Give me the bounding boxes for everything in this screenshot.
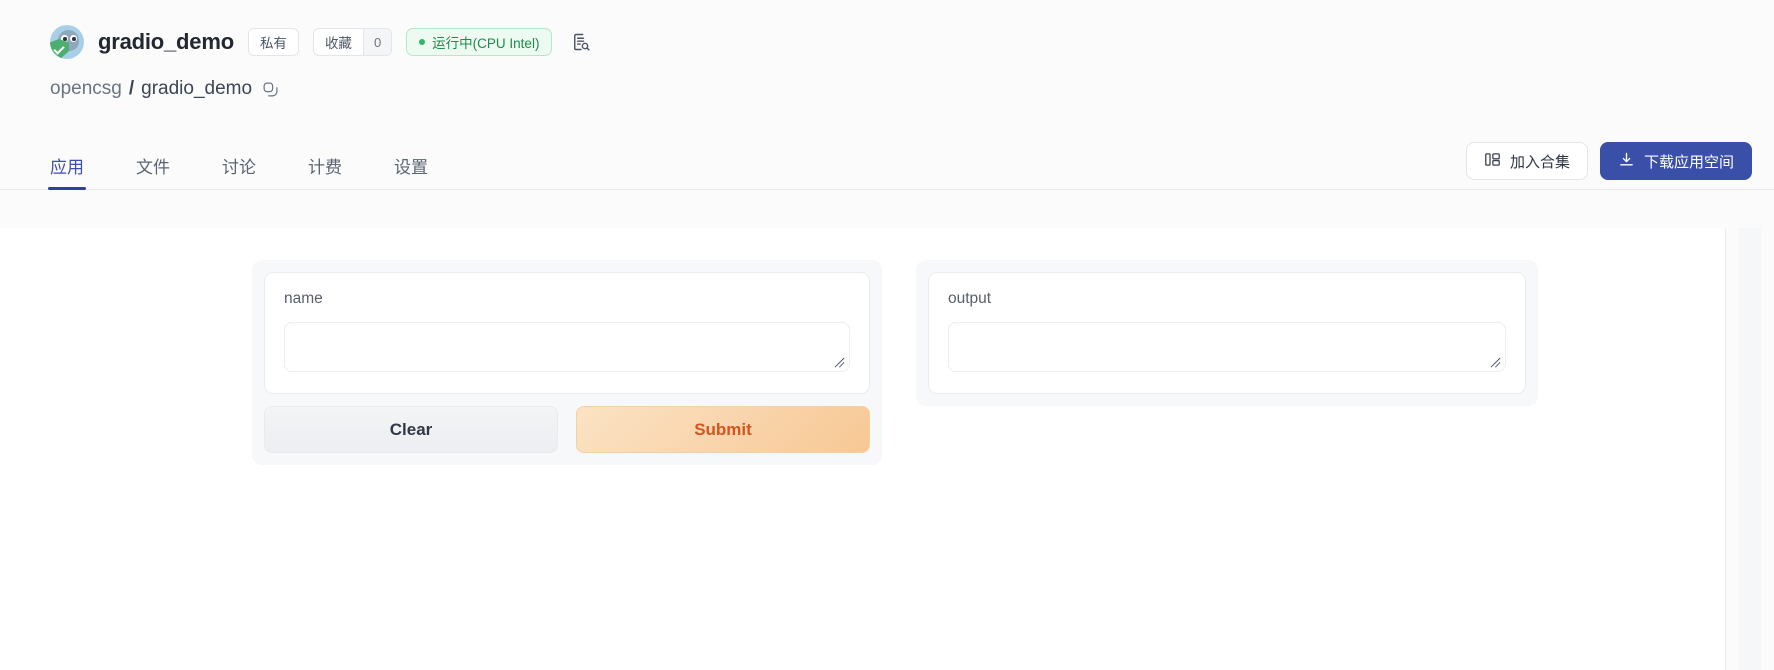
repo-title-row: gradio_demo 私有 收藏 0 运行中(CPU Intel)	[50, 22, 1774, 62]
output-panel: output	[916, 260, 1538, 406]
name-input-block: name	[264, 272, 870, 394]
page-header: gradio_demo 私有 收藏 0 运行中(CPU Intel)	[0, 0, 1774, 100]
tab-settings-label: 设置	[394, 158, 428, 177]
scrollbar-thumb[interactable]	[1739, 228, 1761, 670]
tab-list: 应用 文件 讨论 计费 设置	[50, 138, 480, 189]
tab-files-label: 文件	[136, 158, 170, 177]
tab-discussions[interactable]: 讨论	[222, 159, 256, 189]
output-block: output	[928, 272, 1526, 394]
tab-app-label: 应用	[50, 158, 84, 177]
breadcrumb-owner[interactable]: opencsg	[50, 78, 122, 100]
status-badge: 运行中(CPU Intel)	[406, 28, 552, 56]
breadcrumb-repo[interactable]: gradio_demo	[141, 78, 252, 100]
tab-bar: 应用 文件 讨论 计费 设置	[0, 138, 1774, 190]
owl-avatar-icon	[50, 25, 84, 59]
page-root: gradio_demo 私有 收藏 0 运行中(CPU Intel)	[0, 0, 1774, 670]
tab-billing-label: 计费	[308, 158, 342, 177]
clear-button[interactable]: Clear	[264, 406, 558, 453]
favorite-badge[interactable]: 收藏 0	[313, 28, 392, 56]
tab-billing[interactable]: 计费	[308, 159, 342, 189]
add-to-collection-button[interactable]: 加入合集	[1466, 142, 1588, 180]
collection-icon	[1484, 151, 1501, 172]
log-inspect-icon[interactable]	[570, 31, 592, 53]
tab-files[interactable]: 文件	[136, 159, 170, 189]
resize-grip-icon[interactable]	[832, 355, 845, 368]
page-title: gradio_demo	[98, 29, 234, 55]
name-input[interactable]	[284, 322, 850, 372]
page-scrollbar[interactable]	[1725, 228, 1774, 670]
status-badge-label: 运行中(CPU Intel)	[432, 32, 539, 52]
input-panel: name Clear Submit	[252, 260, 882, 465]
tab-discussions-label: 讨论	[222, 158, 256, 177]
tab-app[interactable]: 应用	[50, 159, 84, 189]
submit-button-label: Submit	[694, 420, 752, 440]
action-button-row: Clear Submit	[264, 406, 870, 453]
favorite-count: 0	[363, 29, 391, 55]
visibility-badge: 私有	[248, 28, 299, 56]
copy-icon[interactable]	[261, 80, 279, 98]
visibility-badge-label: 私有	[249, 32, 298, 52]
breadcrumb-separator: /	[129, 78, 134, 100]
download-space-button[interactable]: 下载应用空间	[1600, 142, 1752, 180]
output-label: output	[948, 290, 1506, 308]
submit-button[interactable]: Submit	[576, 406, 870, 453]
header-actions: 加入合集 下载应用空间	[1466, 142, 1752, 189]
status-dot-icon	[419, 39, 425, 45]
name-input-label: name	[284, 290, 850, 308]
resize-grip-icon[interactable]	[1488, 355, 1501, 368]
gradio-root: name Clear Submit	[0, 228, 1725, 465]
download-icon	[1618, 151, 1635, 172]
download-space-label: 下载应用空间	[1644, 151, 1734, 172]
gradio-app-frame: name Clear Submit	[0, 228, 1725, 670]
clear-button-label: Clear	[390, 420, 433, 440]
breadcrumb: opencsg / gradio_demo	[50, 78, 1774, 100]
favorite-badge-label: 收藏	[314, 32, 363, 52]
tab-settings[interactable]: 设置	[394, 159, 428, 189]
add-to-collection-label: 加入合集	[1510, 151, 1570, 172]
output-textbox[interactable]	[948, 322, 1506, 372]
